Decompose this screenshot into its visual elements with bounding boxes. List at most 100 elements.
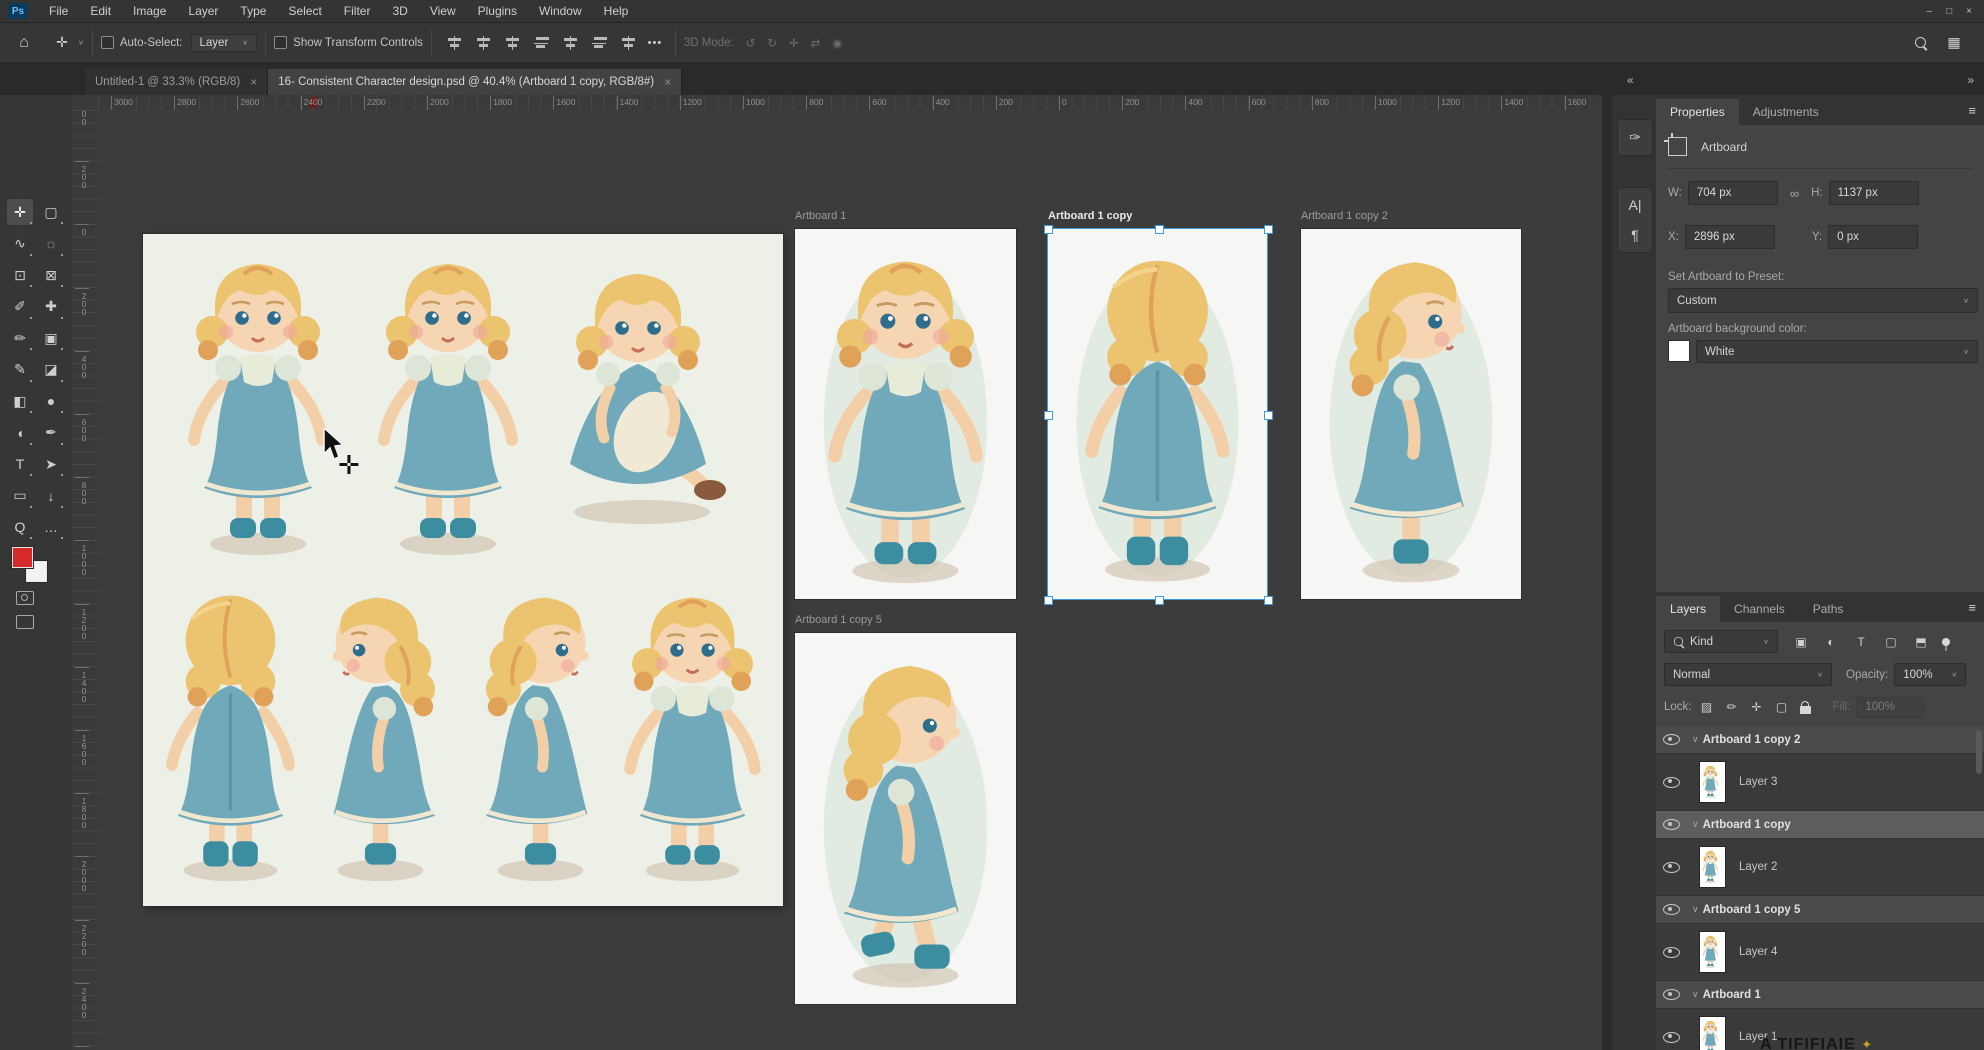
- checkbox-icon[interactable]: [274, 36, 287, 49]
- quick-selection-tool[interactable]: ◌: [38, 231, 64, 257]
- zoom-tool[interactable]: Q: [7, 514, 33, 540]
- adjustment-layer-filter-icon[interactable]: ◐: [1820, 633, 1842, 651]
- quick-mask-icon[interactable]: [16, 591, 34, 605]
- history-brush-tool[interactable]: ✎: [7, 357, 33, 383]
- menu-plugins[interactable]: Plugins: [467, 4, 528, 18]
- panel-menu-icon[interactable]: ≡: [1968, 600, 1976, 615]
- pen-tool[interactable]: ✒: [38, 420, 64, 446]
- type-tool[interactable]: T: [7, 451, 33, 477]
- selection-handle[interactable]: [1044, 225, 1053, 234]
- artboard-label[interactable]: Artboard 1 copy: [1048, 210, 1132, 222]
- visibility-eye-icon[interactable]: [1663, 734, 1680, 745]
- fill-dropdown[interactable]: 100%: [1856, 697, 1924, 718]
- 3d-roll-icon[interactable]: ↻: [767, 36, 777, 50]
- document-tab-1[interactable]: Untitled-1 @ 33.3% (RGB/8)×: [85, 69, 268, 95]
- vertical-ruler[interactable]: 4002000200400600800100012001400160018002…: [72, 110, 99, 1050]
- blend-mode-dropdown[interactable]: Normal ∨: [1664, 663, 1832, 686]
- selection-handle[interactable]: [1264, 596, 1273, 605]
- foreground-color-swatch[interactable]: [12, 547, 33, 568]
- menu-window[interactable]: Window: [528, 4, 593, 18]
- tool-preset-dropdown[interactable]: ✛ ∨: [50, 31, 84, 55]
- visibility-eye-icon[interactable]: [1663, 947, 1680, 958]
- auto-select-checkbox[interactable]: Auto-Select:: [101, 36, 183, 49]
- menu-edit[interactable]: Edit: [79, 4, 122, 18]
- lock-position-icon[interactable]: ✛: [1750, 698, 1764, 716]
- layer-thumbnail[interactable]: [1700, 932, 1725, 972]
- filter-kind-dropdown[interactable]: Kind ∨: [1664, 630, 1778, 653]
- height-field[interactable]: 1137 px: [1829, 181, 1919, 205]
- align-left-edges-icon[interactable]: [447, 36, 462, 50]
- align-top-edges-icon[interactable]: [534, 36, 549, 50]
- horizontal-ruler[interactable]: 3000280026002400220020001800160014001200…: [98, 95, 1602, 111]
- artboard[interactable]: [1048, 229, 1267, 599]
- tab-close-icon[interactable]: ×: [664, 75, 671, 89]
- lock-all-icon[interactable]: [1800, 706, 1811, 714]
- tab-channels[interactable]: Channels: [1720, 596, 1799, 622]
- width-field[interactable]: 704 px: [1688, 181, 1778, 205]
- character-panel-icon[interactable]: A|: [1629, 197, 1642, 213]
- selection-handle[interactable]: [1044, 411, 1053, 420]
- layer-thumbnail[interactable]: [1700, 1017, 1725, 1050]
- eraser-tool[interactable]: ◪: [38, 357, 64, 383]
- distribute-horizontal-icon[interactable]: [563, 36, 578, 50]
- distribute-spacing-icon[interactable]: [621, 36, 636, 50]
- scrollbar[interactable]: [1976, 730, 1982, 774]
- search-icon[interactable]: [1915, 37, 1926, 48]
- menu-type[interactable]: Type: [229, 4, 277, 18]
- 3d-orbit-icon[interactable]: ↺: [746, 36, 756, 50]
- visibility-eye-icon[interactable]: [1663, 989, 1680, 1000]
- 3d-camera-icon[interactable]: ◉: [832, 36, 842, 50]
- marquee-tool[interactable]: ▢: [38, 199, 64, 225]
- rectangle-tool[interactable]: ▭: [7, 483, 33, 509]
- opacity-dropdown[interactable]: 100% ∨: [1894, 663, 1966, 686]
- chevron-down-icon[interactable]: ∨: [1692, 904, 1699, 915]
- lasso-tool[interactable]: ∿: [7, 231, 33, 257]
- path-selection-tool[interactable]: ➤: [38, 451, 64, 477]
- visibility-eye-icon[interactable]: [1663, 862, 1680, 873]
- brushes-panel-icon[interactable]: ✑: [1629, 129, 1641, 146]
- layer-row-artboard[interactable]: ∨Artboard 1 copy 2: [1656, 726, 1984, 754]
- y-field[interactable]: 0 px: [1828, 225, 1918, 249]
- artboard-label[interactable]: Artboard 1: [795, 210, 846, 222]
- ruler-origin-corner[interactable]: [72, 95, 99, 111]
- paragraph-panel-icon[interactable]: ¶: [1631, 227, 1639, 243]
- bg-color-dropdown[interactable]: White ∨: [1696, 340, 1978, 363]
- menu-layer[interactable]: Layer: [177, 4, 229, 18]
- artboard-label[interactable]: Artboard 1 copy 5: [795, 614, 882, 626]
- home-icon[interactable]: ⌂: [12, 31, 36, 55]
- more-options-icon[interactable]: •••: [643, 31, 667, 55]
- frame-tool[interactable]: ⊠: [38, 262, 64, 288]
- x-field[interactable]: 2896 px: [1685, 225, 1775, 249]
- pixel-layer-filter-icon[interactable]: ▣: [1790, 633, 1812, 651]
- artboard[interactable]: [795, 229, 1016, 599]
- menu-file[interactable]: File: [38, 4, 79, 18]
- brush-tool[interactable]: ✏: [7, 325, 33, 351]
- tab-adjustments[interactable]: Adjustments: [1739, 99, 1833, 125]
- screen-mode-icon[interactable]: [16, 615, 34, 629]
- expand-panels-icon[interactable]: »: [1967, 73, 1974, 87]
- layer-row[interactable]: Layer 4: [1656, 924, 1984, 981]
- crop-tool[interactable]: ⊡: [7, 262, 33, 288]
- menu-help[interactable]: Help: [593, 4, 640, 18]
- type-layer-filter-icon[interactable]: T: [1850, 633, 1872, 651]
- bg-color-swatch[interactable]: [1668, 340, 1690, 362]
- selection-handle[interactable]: [1155, 596, 1164, 605]
- photoshop-logo[interactable]: Ps: [8, 3, 28, 19]
- layer-row-artboard[interactable]: ∨Artboard 1 copy: [1656, 811, 1984, 839]
- panel-menu-icon[interactable]: ≡: [1968, 103, 1976, 118]
- panel-divider[interactable]: [1602, 95, 1612, 1050]
- align-horizontal-centers-icon[interactable]: [476, 36, 491, 50]
- gradient-tool[interactable]: ◧: [7, 388, 33, 414]
- chevron-down-icon[interactable]: ∨: [1692, 989, 1699, 1000]
- filter-toggle-icon[interactable]: [1942, 638, 1950, 646]
- layer-thumbnail[interactable]: [1700, 762, 1725, 802]
- layer-row-artboard[interactable]: ∨Artboard 1: [1656, 981, 1984, 1009]
- smart-object-filter-icon[interactable]: ⬒: [1910, 633, 1932, 651]
- pasteboard[interactable]: Artboard 1 Artboard 1 copy Artboard 1 copy…: [98, 110, 1602, 1050]
- dodge-tool[interactable]: ◖: [7, 420, 33, 446]
- character-sheet-image[interactable]: [143, 234, 783, 906]
- preset-dropdown[interactable]: Custom ∨: [1668, 288, 1978, 313]
- workspace-switcher-icon[interactable]: ▦: [1942, 31, 1966, 55]
- auto-select-target-dropdown[interactable]: Layer ∨: [191, 34, 258, 52]
- move-tool[interactable]: ✛: [7, 199, 33, 225]
